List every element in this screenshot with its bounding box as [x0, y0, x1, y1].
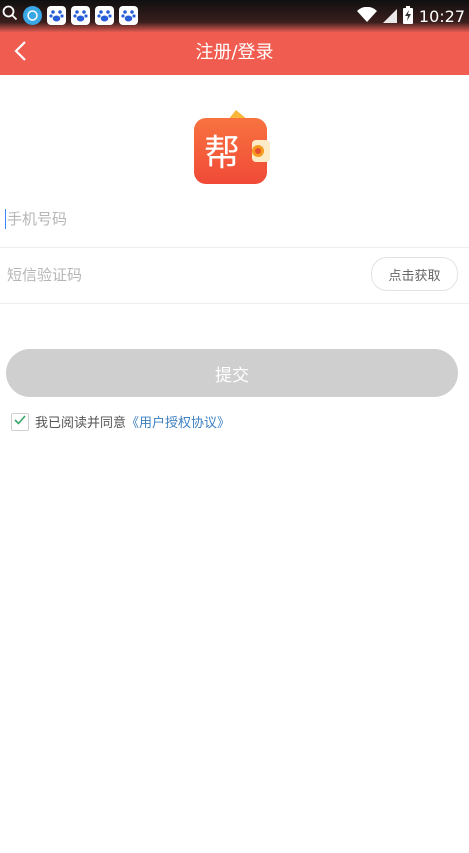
text-cursor [5, 209, 6, 229]
agreement-checkbox[interactable] [11, 412, 29, 431]
signal-icon [382, 7, 397, 27]
phone-row [0, 191, 469, 248]
check-icon [14, 414, 26, 429]
agreement-row: 我已阅读并同意 《用户授权协议》 [11, 412, 230, 431]
header-bar: 注册/登录 [0, 32, 469, 75]
wifi-icon [356, 6, 377, 27]
phone-input[interactable] [7, 203, 347, 235]
status-bar: 10:27 [0, 0, 469, 32]
baidu-icon [119, 5, 138, 25]
submit-button[interactable]: 提交 [6, 349, 458, 397]
search-icon [2, 5, 18, 25]
sms-code-input[interactable] [7, 259, 347, 291]
get-code-button[interactable]: 点击获取 [371, 257, 458, 291]
status-time: 10:27 [418, 7, 465, 26]
baidu-icon [71, 5, 90, 25]
agreement-text: 我已阅读并同意 [35, 416, 127, 431]
status-right-icons: 10:27 [356, 6, 465, 28]
baidu-icon [47, 5, 66, 25]
logo-text: 帮 [204, 133, 240, 174]
app-notification-icon [23, 5, 42, 25]
page-title: 注册/登录 [195, 42, 274, 63]
status-left-icons [2, 5, 138, 25]
app-logo: 帮 [192, 106, 270, 186]
sms-code-row: 点击获取 [0, 247, 469, 304]
battery-charging-icon [402, 6, 413, 28]
agreement-link[interactable]: 《用户授权协议》 [126, 412, 230, 431]
baidu-icon [95, 5, 114, 25]
